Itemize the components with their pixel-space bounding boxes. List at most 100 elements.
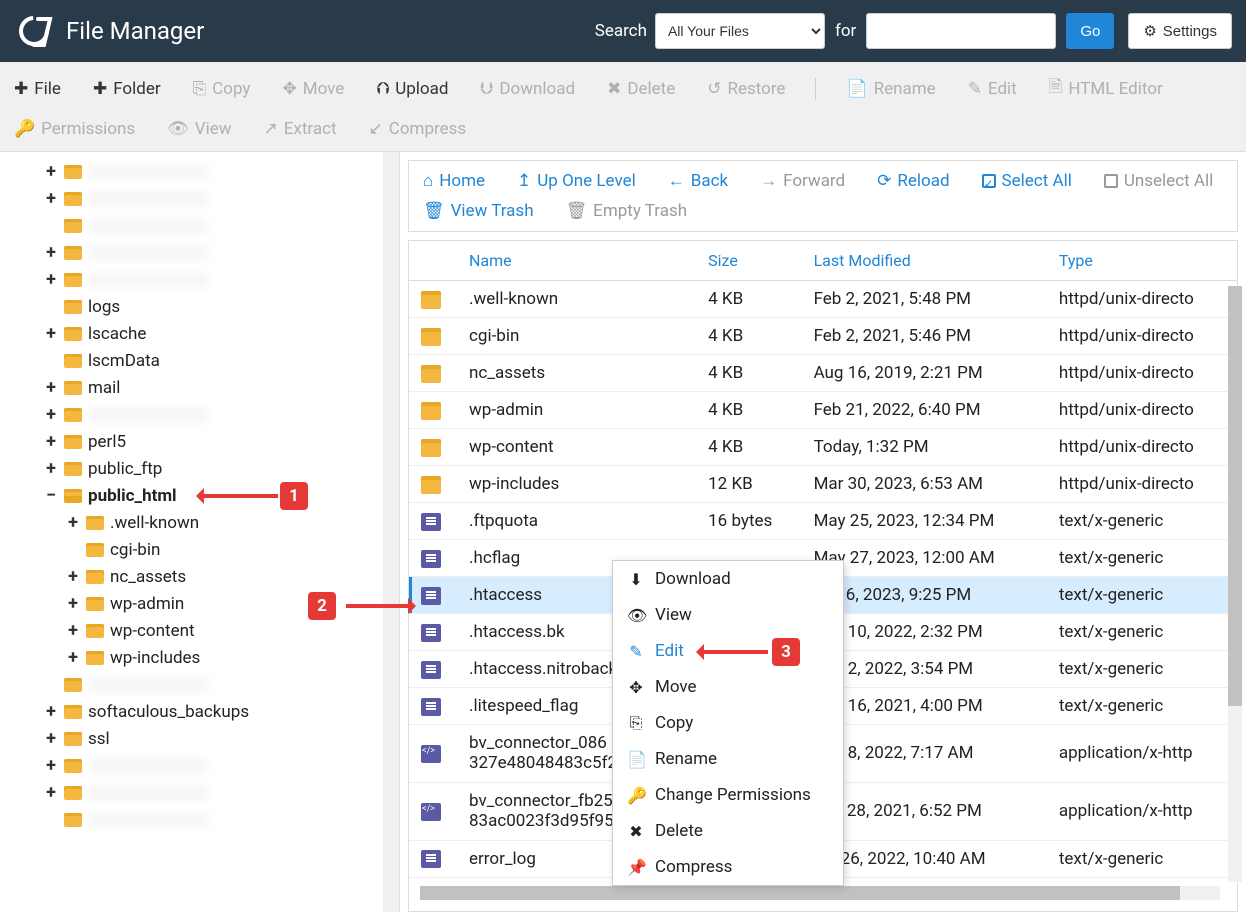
tree-toggle[interactable]: + — [44, 784, 58, 802]
tree-item[interactable]: +nc_assets — [0, 563, 399, 590]
tree-toggle[interactable]: + — [66, 595, 80, 613]
move-button[interactable]: ✥Move — [280, 75, 346, 103]
ctx-download[interactable]: ⬇Download — [613, 561, 843, 597]
search-input[interactable] — [866, 13, 1056, 49]
tree-item[interactable]: +lscmData — [0, 347, 399, 374]
tree-item[interactable]: +softaculous_backups — [0, 698, 399, 725]
vertical-scrollbar-thumb[interactable] — [1228, 286, 1242, 706]
download-button[interactable]: ⮋Download — [478, 75, 577, 103]
tree-item[interactable]: + — [0, 779, 399, 806]
col-size[interactable]: Size — [696, 241, 801, 281]
empty-trash-button[interactable]: 🗑Empty Trash — [566, 201, 688, 221]
select-all-button[interactable]: Select All — [982, 171, 1072, 191]
tree-toggle[interactable]: + — [44, 379, 58, 397]
delete-button[interactable]: ✖Delete — [605, 75, 677, 103]
ctx-delete[interactable]: ✖Delete — [613, 813, 843, 849]
ctx-compress[interactable]: 📌Compress — [613, 849, 843, 885]
tree-toggle[interactable]: + — [44, 460, 58, 478]
tree-toggle[interactable]: + — [66, 649, 80, 667]
copy-button[interactable]: ⎘Copy — [191, 75, 253, 103]
tree-toggle[interactable]: + — [66, 568, 80, 586]
folder-tree-sidebar[interactable]: ++++++logs+lscache+lscmData+mail++perl5+… — [0, 152, 400, 912]
tree-item[interactable]: +wp-includes — [0, 644, 399, 671]
table-row[interactable]: wp-includes12 KBMar 30, 2023, 6:53 AMhtt… — [409, 466, 1237, 503]
home-button[interactable]: ⌂Home — [423, 171, 485, 191]
compress-button[interactable]: ↙Compress — [367, 115, 469, 143]
tree-toggle[interactable]: + — [66, 541, 80, 559]
tree-item[interactable]: +.well-known — [0, 509, 399, 536]
unselect-all-button[interactable]: Unselect All — [1104, 171, 1213, 191]
tree-toggle[interactable]: + — [44, 676, 58, 694]
html-editor-button[interactable]: 🗎HTML Editor — [1047, 70, 1165, 107]
tree-item[interactable]: + — [0, 212, 399, 239]
upload-button[interactable]: ⮉Upload — [374, 75, 450, 103]
tree-item[interactable]: +logs — [0, 293, 399, 320]
tree-toggle[interactable]: + — [66, 622, 80, 640]
view-trash-button[interactable]: 🗑View Trash — [423, 201, 534, 221]
up-one-level-button[interactable]: ↥Up One Level — [517, 171, 636, 191]
col-name[interactable]: Name — [457, 241, 696, 281]
rename-button[interactable]: 📄Rename — [844, 75, 937, 103]
tree-item[interactable]: +lscache — [0, 320, 399, 347]
tree-item[interactable]: + — [0, 239, 399, 266]
tree-item[interactable]: +cgi-bin — [0, 536, 399, 563]
table-row[interactable]: .well-known4 KBFeb 2, 2021, 5:48 PMhttpd… — [409, 281, 1237, 318]
tree-toggle[interactable]: + — [44, 271, 58, 289]
tree-toggle[interactable]: + — [44, 298, 58, 316]
tree-item[interactable]: + — [0, 752, 399, 779]
tree-item[interactable]: +perl5 — [0, 428, 399, 455]
edit-button[interactable]: ✎Edit — [966, 75, 1019, 103]
table-row[interactable]: wp-admin4 KBFeb 21, 2022, 6:40 PMhttpd/u… — [409, 392, 1237, 429]
go-button[interactable]: Go — [1066, 13, 1114, 49]
folder-button[interactable]: ✚Folder — [91, 75, 163, 103]
ctx-permissions[interactable]: 🔑Change Permissions — [613, 777, 843, 813]
tree-toggle[interactable]: + — [44, 352, 58, 370]
tree-item[interactable]: +ssl — [0, 725, 399, 752]
settings-button[interactable]: ⚙ Settings — [1128, 13, 1232, 49]
tree-item[interactable]: + — [0, 806, 399, 833]
view-button[interactable]: 👁View — [165, 115, 233, 143]
ctx-move[interactable]: ✥Move — [613, 669, 843, 705]
restore-button[interactable]: ↺Restore — [705, 75, 787, 103]
col-modified[interactable]: Last Modified — [802, 241, 1047, 281]
tree-toggle[interactable]: + — [44, 757, 58, 775]
table-row[interactable]: cgi-bin4 KBFeb 2, 2021, 5:46 PMhttpd/uni… — [409, 318, 1237, 355]
check-icon — [982, 174, 996, 188]
tree-toggle[interactable]: + — [44, 217, 58, 235]
tree-toggle[interactable]: + — [44, 433, 58, 451]
tree-toggle[interactable]: + — [44, 730, 58, 748]
tree-item[interactable]: +public_ftp — [0, 455, 399, 482]
tree-item[interactable]: + — [0, 158, 399, 185]
tree-item[interactable]: +wp-admin — [0, 590, 399, 617]
tree-toggle[interactable]: + — [44, 244, 58, 262]
reload-button[interactable]: ⟳Reload — [877, 171, 949, 191]
tree-toggle[interactable]: + — [44, 325, 58, 343]
table-row[interactable]: nc_assets4 KBAug 16, 2019, 2:21 PMhttpd/… — [409, 355, 1237, 392]
tree-toggle[interactable]: + — [44, 190, 58, 208]
tree-toggle[interactable]: + — [44, 163, 58, 181]
table-row[interactable]: wp-content4 KBToday, 1:32 PMhttpd/unix-d… — [409, 429, 1237, 466]
ctx-view[interactable]: 👁View — [613, 597, 843, 633]
tree-toggle[interactable]: + — [44, 406, 58, 424]
table-row[interactable]: .ftpquota16 bytesMay 25, 2023, 12:34 PMt… — [409, 503, 1237, 540]
tree-toggle[interactable]: − — [44, 487, 58, 505]
search-scope-select[interactable]: All Your Files — [655, 13, 825, 49]
permissions-button[interactable]: 🔑Permissions — [12, 115, 137, 143]
back-button[interactable]: ←Back — [668, 171, 728, 191]
tree-item[interactable]: + — [0, 185, 399, 212]
tree-item[interactable]: +wp-content — [0, 617, 399, 644]
tree-item[interactable]: + — [0, 671, 399, 698]
tree-item[interactable]: + — [0, 266, 399, 293]
ctx-rename[interactable]: 📄Rename — [613, 741, 843, 777]
horizontal-scrollbar-thumb[interactable] — [420, 886, 1180, 900]
tree-toggle[interactable]: + — [44, 811, 58, 829]
tree-item[interactable]: + — [0, 401, 399, 428]
forward-button[interactable]: →Forward — [760, 171, 845, 191]
file-button[interactable]: ✚File — [12, 75, 63, 103]
tree-toggle[interactable]: + — [44, 703, 58, 721]
extract-button[interactable]: ↗Extract — [262, 115, 339, 143]
tree-toggle[interactable]: + — [66, 514, 80, 532]
ctx-copy[interactable]: ⎘Copy — [613, 705, 843, 741]
tree-item[interactable]: +mail — [0, 374, 399, 401]
col-type[interactable]: Type — [1047, 241, 1237, 281]
